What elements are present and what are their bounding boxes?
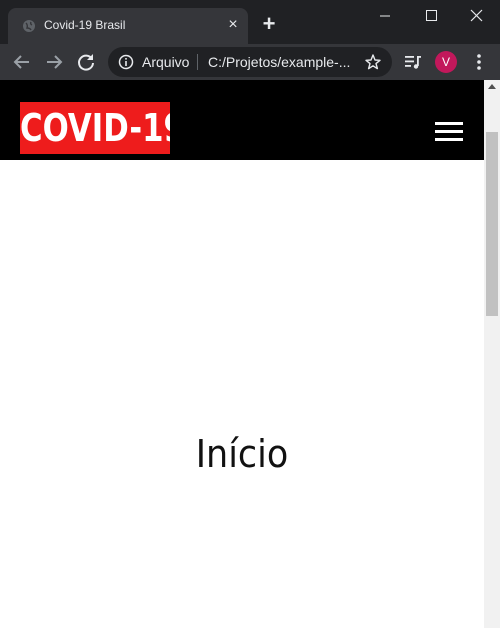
title-bar: Covid-19 Brasil × + [0,0,500,44]
arrow-left-icon[interactable] [11,51,33,73]
page-title: Início [195,432,289,476]
scroll-thumb[interactable] [486,132,498,316]
info-icon[interactable] [118,54,134,70]
security-label: Arquivo [142,54,190,70]
site-header: COVID-19 [0,80,484,160]
hamburger-menu-icon[interactable] [435,120,463,142]
menu-bar [435,138,463,141]
browser-toolbar: Arquivo C:/Projetos/example-... V [0,44,500,80]
browser-tab[interactable]: Covid-19 Brasil × [8,8,248,44]
tab-title: Covid-19 Brasil [44,18,126,32]
scroll-up-arrow-icon[interactable] [488,84,496,89]
address-separator [197,54,198,70]
site-logo[interactable]: COVID-19 [20,102,170,154]
globe-icon [23,20,35,32]
page-viewport: COVID-19 Início [0,80,484,628]
new-tab-button[interactable]: + [258,13,280,36]
url-text[interactable]: C:/Projetos/example-... [208,54,358,70]
star-icon[interactable] [364,53,382,71]
media-control-icon[interactable] [404,53,422,71]
tab-close-button[interactable]: × [224,16,242,34]
reload-icon[interactable] [75,51,97,73]
more-vertical-icon[interactable] [472,53,486,71]
menu-bar [435,122,463,125]
close-window-icon[interactable] [454,0,500,32]
address-bar[interactable]: Arquivo C:/Projetos/example-... [108,47,392,77]
maximize-icon[interactable] [408,0,454,32]
menu-bar [435,130,463,133]
minimize-icon[interactable] [362,0,408,32]
profile-avatar[interactable]: V [435,51,457,73]
logo-text: COVID-19 [20,106,170,150]
arrow-right-icon[interactable] [43,51,65,73]
vertical-scrollbar[interactable] [484,80,500,628]
